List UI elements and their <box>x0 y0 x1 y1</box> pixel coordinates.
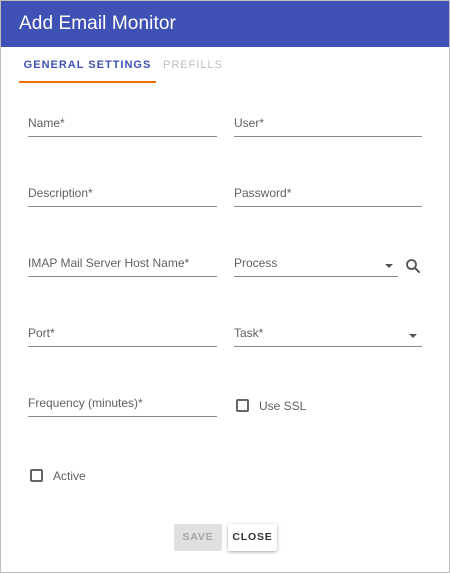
dialog-title: Add Email Monitor <box>19 13 176 34</box>
chevron-down-icon <box>409 334 417 338</box>
imap-host-field[interactable]: IMAP Mail Server Host Name* <box>28 253 217 277</box>
search-icon[interactable] <box>405 258 421 274</box>
tab-prefills[interactable]: PREFILLS <box>156 47 230 83</box>
user-field[interactable]: User* <box>234 113 422 137</box>
task-select[interactable]: Task* <box>234 323 422 347</box>
password-field-label: Password* <box>234 186 292 200</box>
use-ssl-checkbox[interactable] <box>236 399 249 412</box>
add-email-monitor-dialog: Add Email Monitor GENERAL SETTINGS PREFI… <box>0 0 450 573</box>
save-button[interactable]: SAVE <box>174 524 222 551</box>
process-select-label: Process <box>234 256 278 270</box>
task-select-label: Task* <box>234 326 264 340</box>
user-field-label: User* <box>234 116 265 130</box>
active-label: Active <box>53 469 86 483</box>
active-checkbox-row[interactable]: Active <box>30 467 110 485</box>
password-field[interactable]: Password* <box>234 183 422 207</box>
imap-host-field-label: IMAP Mail Server Host Name* <box>28 256 190 270</box>
port-field[interactable]: Port* <box>28 323 217 347</box>
frequency-field-label: Frequency (minutes)* <box>28 396 143 410</box>
chevron-down-icon <box>385 264 393 268</box>
port-field-label: Port* <box>28 326 55 340</box>
tab-general-settings[interactable]: GENERAL SETTINGS <box>19 47 156 83</box>
dialog-header: Add Email Monitor <box>1 1 449 47</box>
process-select[interactable]: Process <box>234 253 398 277</box>
description-field[interactable]: Description* <box>28 183 217 207</box>
name-field-label: Name* <box>28 116 65 130</box>
description-field-label: Description* <box>28 186 93 200</box>
frequency-field[interactable]: Frequency (minutes)* <box>28 393 217 417</box>
tab-bar: GENERAL SETTINGS PREFILLS <box>1 47 449 83</box>
active-checkbox[interactable] <box>30 469 43 482</box>
name-field[interactable]: Name* <box>28 113 217 137</box>
use-ssl-checkbox-row[interactable]: Use SSL <box>236 397 326 415</box>
close-button[interactable]: CLOSE <box>228 524 277 551</box>
use-ssl-label: Use SSL <box>259 399 307 413</box>
